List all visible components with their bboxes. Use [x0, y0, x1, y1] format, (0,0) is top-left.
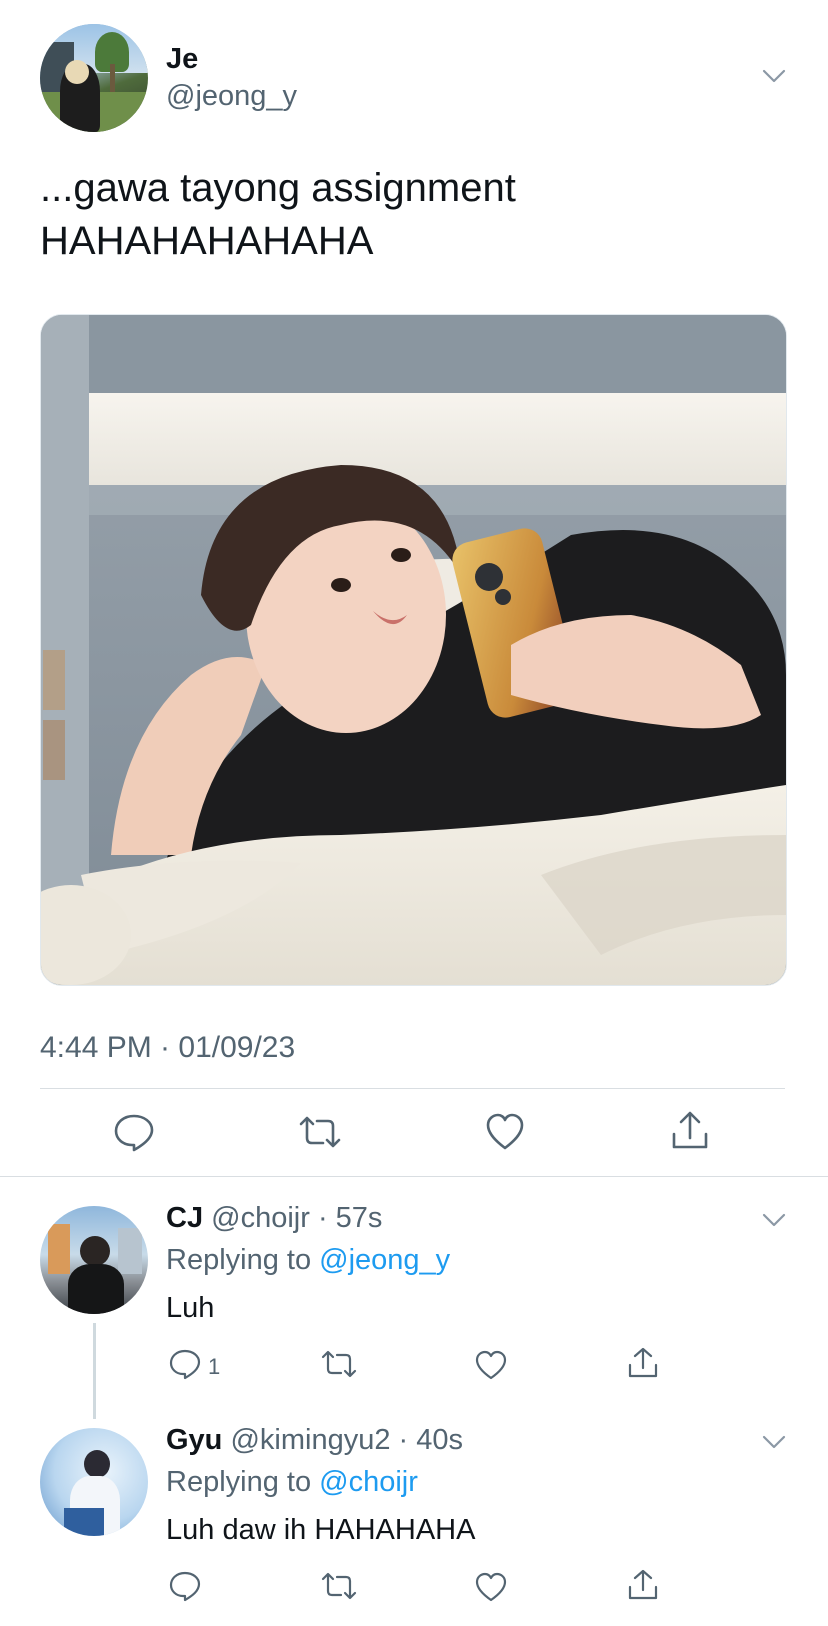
reply-author-name[interactable]: CJ — [166, 1202, 203, 1234]
author-handle[interactable]: @jeong_y — [166, 79, 297, 113]
reply-author-handle[interactable]: @kimingyu2 — [230, 1424, 390, 1456]
reply-count: 1 — [208, 1354, 221, 1379]
replying-mention[interactable]: @choijr — [319, 1466, 418, 1498]
chevron-down-icon[interactable] — [762, 1434, 786, 1454]
reply-author-name[interactable]: Gyu — [166, 1424, 222, 1456]
replying-mention[interactable]: @jeong_y — [319, 1244, 450, 1276]
replying-label: Replying to — [166, 1466, 312, 1498]
replying-to: Replying to @jeong_y — [166, 1242, 450, 1278]
divider — [0, 1176, 828, 1177]
reply-time[interactable]: 57s — [336, 1202, 383, 1234]
author-avatar[interactable] — [40, 24, 148, 132]
reply-icon[interactable] — [168, 1570, 202, 1602]
chevron-down-icon[interactable] — [762, 1212, 786, 1232]
replying-to: Replying to @choijr — [166, 1464, 418, 1500]
retweet-icon[interactable] — [320, 1570, 358, 1602]
like-icon[interactable] — [474, 1571, 508, 1603]
reply-header: Gyu @kimingyu2 · 40s — [166, 1424, 464, 1456]
like-icon[interactable] — [485, 1112, 525, 1152]
reply-icon[interactable] — [168, 1348, 202, 1380]
like-icon[interactable] — [474, 1349, 508, 1381]
share-icon[interactable] — [626, 1346, 660, 1380]
reply-time[interactable]: 40s — [416, 1424, 463, 1456]
reply-text: Luh daw ih HAHAHAHA — [166, 1514, 476, 1546]
reply-header: CJ @choijr · 57s — [166, 1202, 383, 1234]
retweet-icon[interactable] — [297, 1112, 343, 1152]
tweet-text: ...gawa tayong assignment HAHAHAHAHAHA — [40, 162, 780, 268]
chevron-down-icon[interactable] — [762, 68, 786, 88]
share-icon[interactable] — [670, 1110, 710, 1152]
reply-avatar[interactable] — [40, 1428, 148, 1536]
thread-line — [93, 1323, 96, 1419]
tweet-text-line: ...gawa tayong assignment — [40, 166, 516, 210]
replying-label: Replying to — [166, 1244, 312, 1276]
reply-text: Luh — [166, 1292, 215, 1324]
reply-avatar[interactable] — [40, 1206, 148, 1314]
share-icon[interactable] — [626, 1568, 660, 1602]
tweet-timestamp[interactable]: 4:44 PM · 01/09/23 — [40, 1028, 295, 1068]
reply-icon[interactable] — [113, 1112, 155, 1152]
tweet-photo[interactable] — [40, 314, 787, 986]
divider — [40, 1088, 785, 1089]
retweet-icon[interactable] — [320, 1348, 358, 1380]
tweet-text-line: HAHAHAHAHAHA — [40, 219, 374, 263]
reply-author-handle[interactable]: @choijr — [211, 1202, 310, 1234]
author-name[interactable]: Je — [166, 42, 198, 76]
